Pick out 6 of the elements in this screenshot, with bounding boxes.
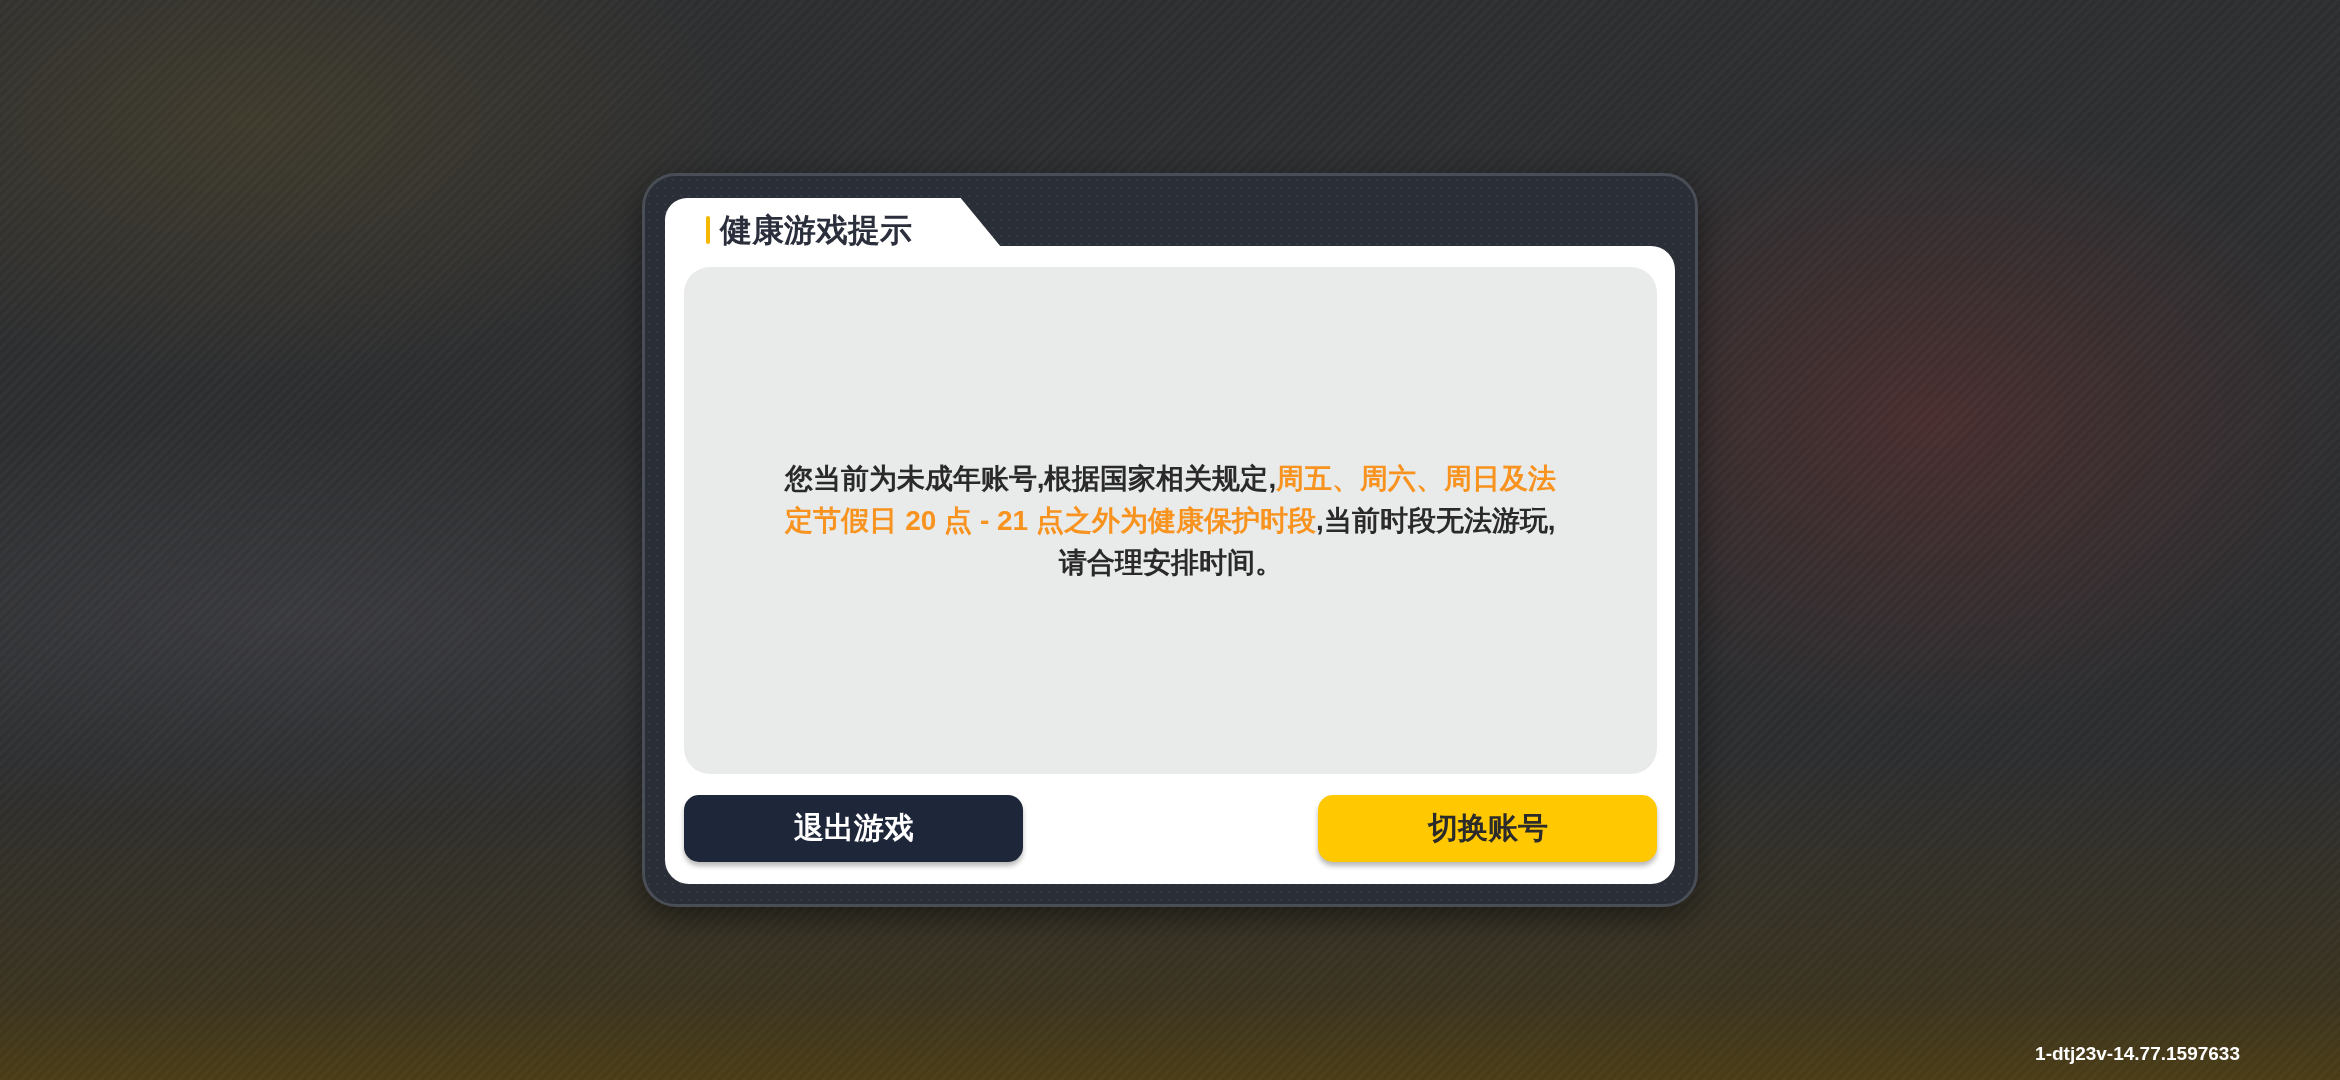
exit-game-button[interactable]: 退出游戏	[684, 795, 1023, 862]
message-text: 您当前为未成年账号,根据国家相关规定,周五、周六、周日及法定节假日 20 点 - 21 点之外为健康保护时段,当前时段无法游玩,请合理安排时间。	[783, 461, 1558, 580]
version-text: 1-dtj23v-14.77.1597633	[2035, 1043, 2240, 1065]
accent-bar-icon	[706, 215, 710, 244]
switch-account-button[interactable]: 切换账号	[1318, 795, 1657, 862]
dialog-title: 健康游戏提示	[720, 213, 912, 246]
